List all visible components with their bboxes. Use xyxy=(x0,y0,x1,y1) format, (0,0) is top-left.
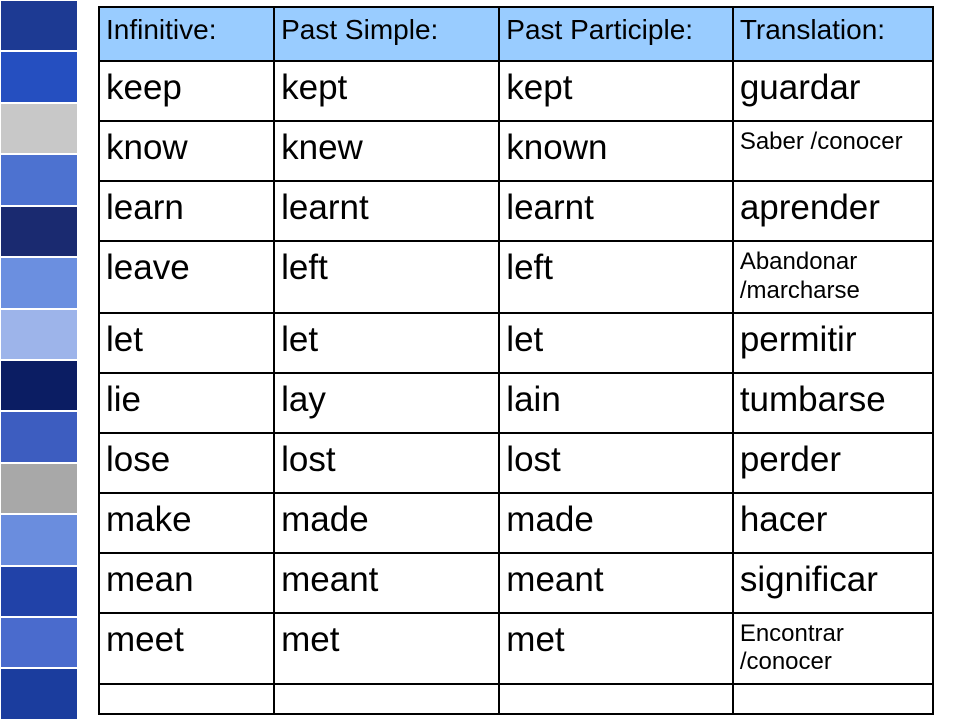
cell-translation: significar xyxy=(733,553,933,613)
cell-infinitive: lie xyxy=(99,373,274,433)
cell-past-simple: met xyxy=(274,613,499,685)
cell-past-simple: meant xyxy=(274,553,499,613)
cell-translation: guardar xyxy=(733,61,933,121)
table-row-empty xyxy=(99,684,933,714)
cell-past-simple: lost xyxy=(274,433,499,493)
header-row: Infinitive: Past Simple: Past Participle… xyxy=(99,7,933,61)
cell-past-participle: meant xyxy=(499,553,733,613)
stripe xyxy=(0,154,78,205)
cell-past-participle: left xyxy=(499,241,733,313)
table-row: learnlearntlearntaprender xyxy=(99,181,933,241)
stripe xyxy=(0,103,78,154)
cell-past-simple: lay xyxy=(274,373,499,433)
table-row: meetmetmetEncontrar /conocer xyxy=(99,613,933,685)
cell-infinitive: learn xyxy=(99,181,274,241)
cell-infinitive: make xyxy=(99,493,274,553)
verb-table-container: Infinitive: Past Simple: Past Participle… xyxy=(98,6,934,715)
stripe xyxy=(0,206,78,257)
header-past-simple: Past Simple: xyxy=(274,7,499,61)
cell-empty xyxy=(274,684,499,714)
stripe xyxy=(0,463,78,514)
decorative-sidebar xyxy=(0,0,78,720)
cell-past-participle: lost xyxy=(499,433,733,493)
cell-infinitive: keep xyxy=(99,61,274,121)
stripe xyxy=(0,309,78,360)
cell-translation: Abandonar /marcharse xyxy=(733,241,933,313)
cell-past-participle: learnt xyxy=(499,181,733,241)
cell-past-participle: made xyxy=(499,493,733,553)
cell-translation: permitir xyxy=(733,313,933,373)
cell-past-participle: lain xyxy=(499,373,733,433)
table-row: meanmeantmeantsignificar xyxy=(99,553,933,613)
cell-past-simple: knew xyxy=(274,121,499,181)
cell-translation: perder xyxy=(733,433,933,493)
stripe xyxy=(0,0,78,51)
cell-past-participle: let xyxy=(499,313,733,373)
stripe xyxy=(0,257,78,308)
cell-infinitive: know xyxy=(99,121,274,181)
header-translation: Translation: xyxy=(733,7,933,61)
cell-infinitive: let xyxy=(99,313,274,373)
cell-past-simple: left xyxy=(274,241,499,313)
stripe xyxy=(0,668,78,719)
cell-translation: tumbarse xyxy=(733,373,933,433)
header-infinitive: Infinitive: xyxy=(99,7,274,61)
table-row: knowknewknownSaber /conocer xyxy=(99,121,933,181)
stripe xyxy=(0,617,78,668)
table-row: letletletpermitir xyxy=(99,313,933,373)
cell-past-participle: known xyxy=(499,121,733,181)
table-row: lielaylaintumbarse xyxy=(99,373,933,433)
stripe xyxy=(0,514,78,565)
verb-table: Infinitive: Past Simple: Past Participle… xyxy=(98,6,934,715)
header-past-participle: Past Participle: xyxy=(499,7,733,61)
cell-infinitive: mean xyxy=(99,553,274,613)
stripe xyxy=(0,411,78,462)
cell-past-participle: met xyxy=(499,613,733,685)
cell-past-simple: let xyxy=(274,313,499,373)
cell-past-simple: kept xyxy=(274,61,499,121)
cell-translation: Saber /conocer xyxy=(733,121,933,181)
cell-past-simple: made xyxy=(274,493,499,553)
table-row: leaveleftleftAbandonar /marcharse xyxy=(99,241,933,313)
cell-infinitive: lose xyxy=(99,433,274,493)
stripe xyxy=(0,566,78,617)
cell-translation: aprender xyxy=(733,181,933,241)
cell-infinitive: leave xyxy=(99,241,274,313)
cell-empty xyxy=(499,684,733,714)
table-row: keepkeptkeptguardar xyxy=(99,61,933,121)
cell-empty xyxy=(99,684,274,714)
cell-infinitive: meet xyxy=(99,613,274,685)
cell-translation: Encontrar /conocer xyxy=(733,613,933,685)
stripe xyxy=(0,51,78,102)
table-row: loselostlostperder xyxy=(99,433,933,493)
stripe xyxy=(0,360,78,411)
cell-empty xyxy=(733,684,933,714)
cell-past-participle: kept xyxy=(499,61,733,121)
table-row: makemademadehacer xyxy=(99,493,933,553)
cell-past-simple: learnt xyxy=(274,181,499,241)
cell-translation: hacer xyxy=(733,493,933,553)
